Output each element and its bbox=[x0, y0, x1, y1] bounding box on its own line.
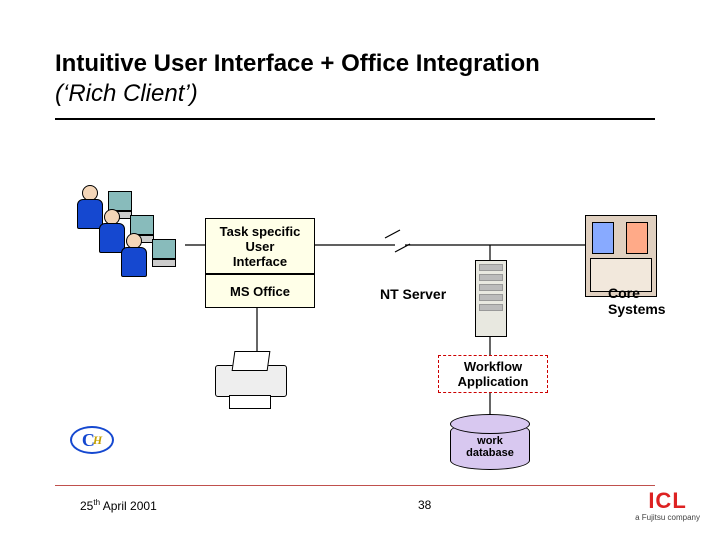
footer-page-number: 38 bbox=[418, 498, 431, 512]
icl-logo-text: ICL bbox=[648, 490, 686, 512]
footer-logo: ICL a Fujitsu company bbox=[635, 490, 700, 522]
users-icon bbox=[70, 185, 200, 285]
database-icon: work database bbox=[450, 422, 530, 470]
footer-separator bbox=[55, 485, 655, 486]
nt-server-label: NT Server bbox=[380, 286, 446, 302]
core-systems-label: Core Systems bbox=[608, 285, 666, 317]
ch-badge-icon: CH bbox=[70, 426, 114, 454]
ms-office-box: MS Office bbox=[205, 274, 315, 308]
footer-date: 25th April 2001 bbox=[80, 498, 157, 513]
icl-tagline: a Fujitsu company bbox=[635, 513, 700, 522]
server-icon bbox=[475, 260, 507, 337]
work-db-label: work database bbox=[451, 435, 529, 459]
printer-icon bbox=[215, 365, 285, 407]
diagram-stage: Task specific User Interface MS Office N… bbox=[0, 0, 720, 540]
task-ui-box: Task specific User Interface bbox=[205, 218, 315, 274]
workflow-app-box: Workflow Application bbox=[438, 355, 548, 393]
